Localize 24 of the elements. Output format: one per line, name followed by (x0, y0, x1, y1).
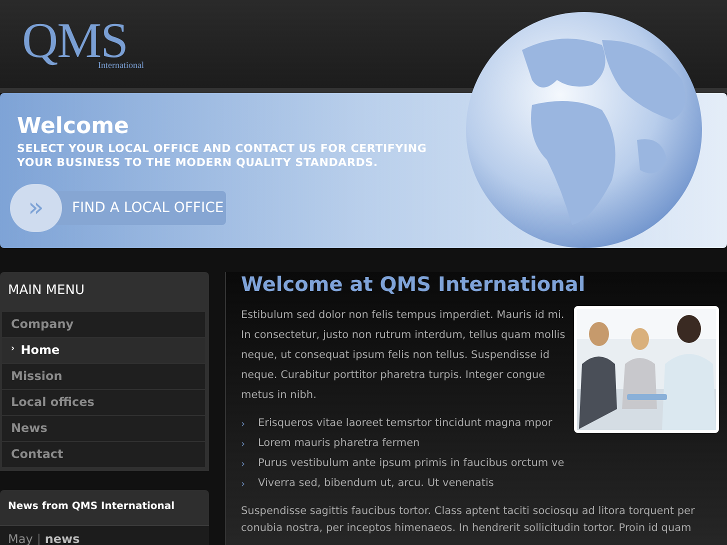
list-item: Viverra sed, bibendum ut, arcu. Ut venenatis (258, 476, 494, 492)
menu-item[interactable]: › Home (2, 338, 205, 362)
bullet-chevron: › (241, 478, 246, 492)
menu-item[interactable]: Local offices (2, 390, 205, 414)
menu-item[interactable]: Company (2, 312, 205, 336)
banner-title: Welcome (17, 114, 129, 140)
bullet-chevron: › (241, 418, 246, 432)
list-item: Purus vestibulum ante ipsum primis in faucibus orctum ve (258, 456, 564, 472)
menu-title: MAIN MENU (7, 282, 86, 300)
list-item: Erisqueros vitae laoreet temsrtor tincidunt magna mpor (258, 416, 552, 432)
menu-item[interactable]: News (2, 416, 205, 440)
separator-text: | (36, 530, 41, 545)
news-title: News from QMS International (7, 500, 176, 514)
bullet-chevron: › (241, 438, 246, 452)
list-item: Lorem mauris pharetra fermen (258, 436, 420, 452)
intro-paragraph: Estibulum sed dolor non felis tempus imperdiet. Mauris id mi. In consectetur, justo non rutrum interdum, tellus quam mollis neque, ut consequat ipsum felis non tellus. Suspendisse id neque. Curabitur porttitor pharetra turpis. Integer congue metus in nibh. (241, 308, 566, 403)
news-link[interactable]: news (44, 530, 80, 545)
closing-paragraph: Suspendisse sagittis faucibus tortor. Class aptent taciti sociosqu ad litora torquent per conubia nostra, per inceptos himenaeos. In hendrerit sollicitudin tortor. Proin id quam (241, 504, 696, 536)
menu-item[interactable]: Mission (2, 364, 205, 388)
news-date: May (8, 530, 33, 545)
banner-text: SELECT YOUR LOCAL OFFICE AND CONTACT US FOR CERTIFYING YOUR BUSINESS TO THE MODERN QUALITY STANDARDS. (17, 142, 427, 170)
page-title: Welcome at QMS International (241, 272, 586, 296)
bullet-chevron: › (241, 458, 246, 472)
menu-item[interactable]: Contact (2, 442, 205, 466)
